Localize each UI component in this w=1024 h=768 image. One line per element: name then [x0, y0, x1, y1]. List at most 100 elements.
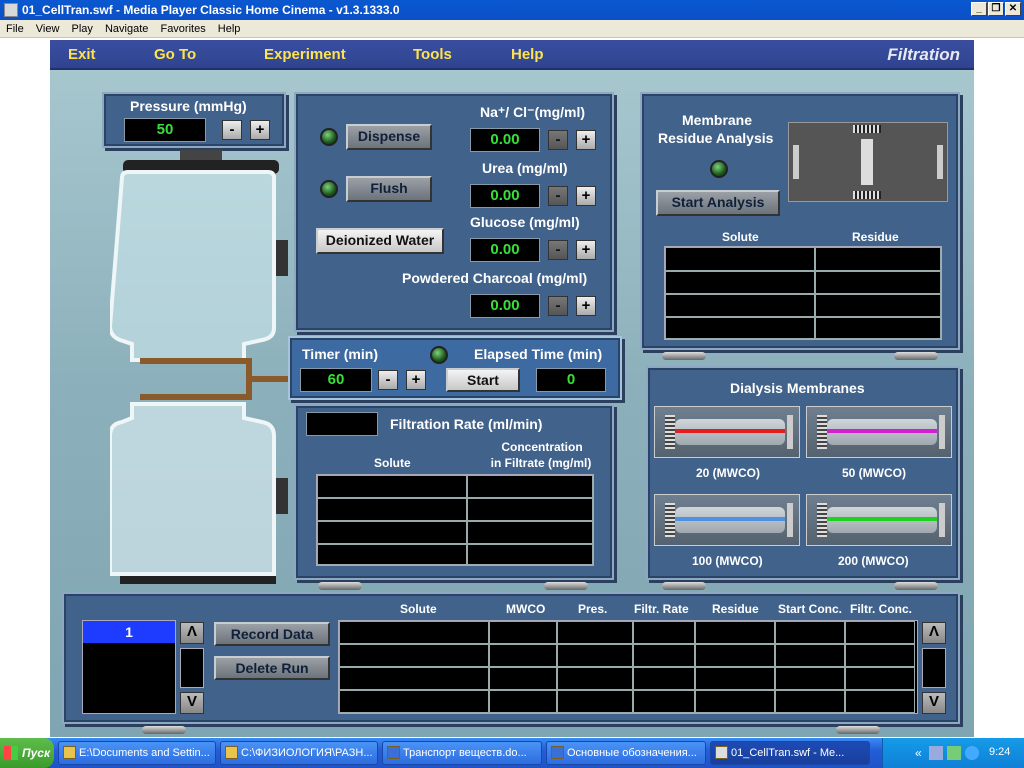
start-analysis-button[interactable]: Start Analysis [656, 190, 780, 216]
table-cell [317, 544, 467, 565]
table-cell [775, 667, 845, 690]
menu-favorites[interactable]: Favorites [160, 23, 205, 35]
table-scroll-down-button[interactable]: V [922, 692, 946, 714]
table-cell [633, 621, 695, 644]
charcoal-increase-button[interactable]: + [576, 296, 596, 316]
menu-navigate[interactable]: Navigate [105, 23, 148, 35]
membrane-100-label: 100 (MWCO) [692, 554, 763, 568]
delete-run-button[interactable]: Delete Run [214, 656, 330, 680]
record-data-button[interactable]: Record Data [214, 622, 330, 646]
nav-goto[interactable]: Go To [154, 46, 196, 63]
urea-increase-button[interactable]: + [576, 186, 596, 206]
top-nav: Exit Go To Experiment Tools Help Filtrat… [50, 40, 974, 70]
timer-display: 60 [300, 368, 372, 392]
timer-decrease-button[interactable]: - [378, 370, 398, 390]
globe-icon[interactable] [965, 746, 979, 760]
membrane-50[interactable] [806, 406, 952, 458]
table-cell [665, 247, 815, 271]
taskbar-item-celltran[interactable]: 01_CellTran.swf - Me... [710, 741, 870, 765]
minimize-button[interactable]: _ [971, 2, 987, 16]
table-cell [557, 690, 633, 713]
table-scroll-track[interactable] [922, 648, 946, 688]
restore-button[interactable]: ❐ [988, 2, 1004, 16]
taskbar-item-transport[interactable]: Транспорт веществ.do... [382, 741, 542, 765]
table-cell [695, 667, 775, 690]
taskbar-item-oboznacheniya[interactable]: Основные обозначения... [546, 741, 706, 765]
table-cell [665, 271, 815, 294]
panel-foot [894, 582, 938, 590]
panel-foot [544, 582, 588, 590]
nacl-decrease-button[interactable]: - [548, 130, 568, 150]
start-timer-button[interactable]: Start [446, 368, 520, 392]
membrane-100[interactable] [654, 494, 800, 546]
deionized-water-button[interactable]: Deionized Water [316, 228, 444, 254]
taskbar-item-documents[interactable]: E:\Documents and Settin... [58, 741, 216, 765]
residue-solute-header: Solute [722, 230, 759, 244]
panel-foot [142, 726, 186, 734]
word-doc-icon [387, 746, 400, 759]
taskbar-item-label: 01_CellTran.swf - Me... [731, 747, 845, 759]
table-cell [339, 621, 489, 644]
nav-tools[interactable]: Tools [413, 46, 452, 63]
filter-bar-bottom [140, 394, 250, 400]
membrane-20[interactable] [654, 406, 800, 458]
nacl-display: 0.00 [470, 128, 540, 152]
dispense-indicator [320, 128, 338, 146]
run-list-item[interactable]: 1 [83, 621, 175, 643]
elapsed-time-display: 0 [536, 368, 606, 392]
table-cell [815, 271, 941, 294]
dispense-button[interactable]: Dispense [346, 124, 432, 150]
glucose-increase-button[interactable]: + [576, 240, 596, 260]
close-button[interactable]: ✕ [1005, 2, 1021, 16]
nacl-increase-button[interactable]: + [576, 130, 596, 150]
membrane-200[interactable] [806, 494, 952, 546]
timer-increase-button[interactable]: + [406, 370, 426, 390]
membrane-20-label: 20 (MWCO) [696, 466, 760, 480]
menu-play[interactable]: Play [72, 23, 93, 35]
taskbar-item-fiziologiya[interactable]: C:\ФИЗИОЛОГИЯ\РАЗН... [220, 741, 378, 765]
run-scroll-track[interactable] [180, 648, 204, 688]
run-scroll-up-button[interactable]: Λ [180, 622, 204, 644]
timer-label: Timer (min) [302, 346, 378, 362]
membrane-cap [787, 415, 793, 449]
menu-help[interactable]: Help [218, 23, 241, 35]
tray-expand-icon[interactable]: « [915, 746, 922, 760]
run-list[interactable]: 1 [82, 620, 176, 714]
panel-foot [662, 352, 706, 360]
analyzer-clamp-bottom [853, 191, 881, 199]
nacl-label: Na⁺/ Cl⁻(mg/ml) [480, 104, 586, 120]
nav-exit[interactable]: Exit [68, 46, 96, 63]
table-scroll-up-button[interactable]: Λ [922, 622, 946, 644]
network-icon[interactable] [929, 746, 943, 760]
charcoal-display: 0.00 [470, 294, 540, 318]
start-button[interactable]: Пуск [0, 738, 54, 768]
glucose-label: Glucose (mg/ml) [470, 214, 580, 230]
pressure-increase-button[interactable]: + [250, 120, 270, 140]
flush-button[interactable]: Flush [346, 176, 432, 202]
taskbar: Пуск E:\Documents and Settin... C:\ФИЗИО… [0, 738, 1024, 768]
table-cell [339, 644, 489, 667]
data-recording-panel: 1 Λ V Record Data Delete Run Solute MWCO… [62, 592, 960, 724]
pressure-decrease-button[interactable]: - [222, 120, 242, 140]
signal-icon[interactable] [947, 746, 961, 760]
table-cell [317, 498, 467, 521]
membrane-cap [787, 503, 793, 537]
run-scroll-down-button[interactable]: V [180, 692, 204, 714]
analyzer-holder [861, 139, 873, 185]
nav-experiment[interactable]: Experiment [264, 46, 346, 63]
lower-beaker [110, 402, 276, 576]
menu-view[interactable]: View [36, 23, 60, 35]
residue-analyzer [788, 122, 948, 202]
simulation-area: Exit Go To Experiment Tools Help Filtrat… [50, 40, 974, 737]
table-cell [317, 475, 467, 498]
urea-decrease-button[interactable]: - [548, 186, 568, 206]
nav-help[interactable]: Help [511, 46, 544, 63]
membrane-clamp [665, 415, 675, 449]
menubar: File View Play Navigate Favorites Help [0, 20, 1024, 38]
menu-file[interactable]: File [6, 23, 24, 35]
charcoal-label: Powdered Charcoal (mg/ml) [402, 270, 588, 286]
table-cell [815, 247, 941, 271]
glucose-decrease-button[interactable]: - [548, 240, 568, 260]
table-cell [467, 475, 593, 498]
charcoal-decrease-button[interactable]: - [548, 296, 568, 316]
